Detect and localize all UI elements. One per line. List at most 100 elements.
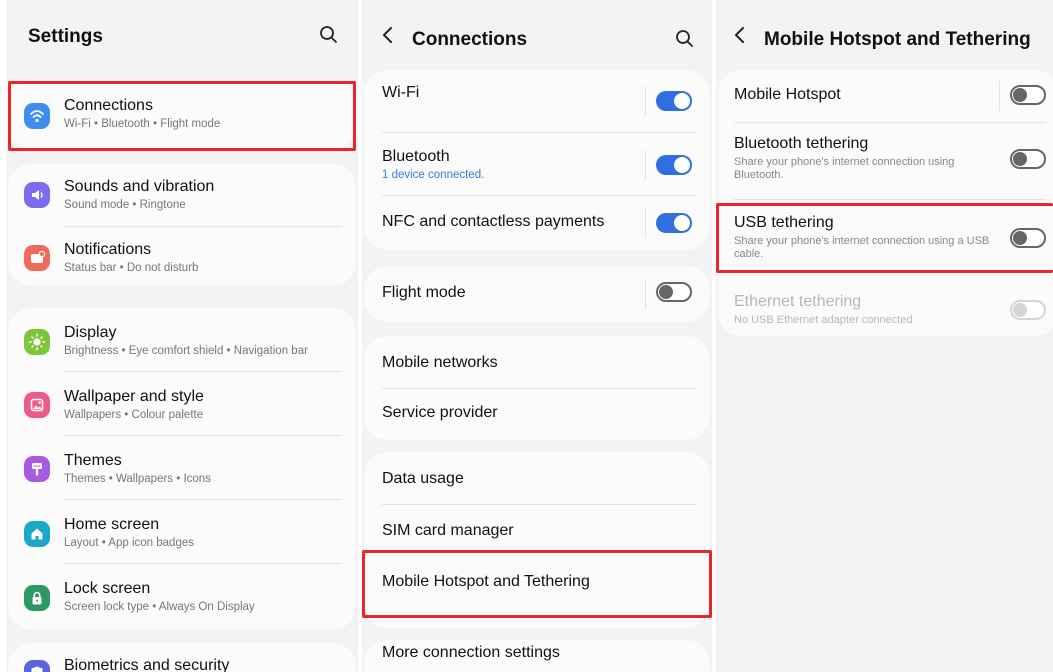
settings-item-sounds[interactable]: Sounds and vibration Sound mode • Ringto… bbox=[8, 164, 356, 226]
settings-header: Settings bbox=[6, 0, 358, 70]
mobile-hotspot-label: Mobile Hotspot bbox=[734, 86, 841, 103]
connections-item-hotspot-tethering[interactable]: Mobile Hotspot and Tethering bbox=[364, 556, 710, 626]
page-title: Mobile Hotspot and Tethering bbox=[764, 29, 1031, 50]
settings-item-sub: Status bar • Do not disturb bbox=[64, 262, 199, 274]
settings-item-label: Biometrics and security bbox=[64, 657, 230, 672]
page-title: Settings bbox=[28, 26, 103, 47]
nfc-label: NFC and contactless payments bbox=[382, 213, 605, 230]
sim-manager-label: SIM card manager bbox=[382, 522, 514, 539]
bluetooth-tethering-toggle[interactable] bbox=[1010, 149, 1046, 169]
settings-item-notifications[interactable]: Notifications Status bar • Do not distur… bbox=[8, 227, 356, 286]
settings-item-label: Home screen bbox=[64, 516, 160, 533]
connections-card-more: More connection settings bbox=[364, 640, 710, 672]
settings-item-themes[interactable]: Themes Themes • Wallpapers • Icons bbox=[8, 436, 356, 499]
settings-item-biometrics[interactable]: Biometrics and security bbox=[8, 643, 356, 672]
separator bbox=[999, 81, 1000, 111]
settings-item-display[interactable]: Display Brightness • Eye comfort shield … bbox=[8, 308, 356, 371]
settings-item-sub: Wi-Fi • Bluetooth • Flight mode bbox=[64, 118, 221, 130]
page-title: Connections bbox=[412, 29, 528, 50]
connections-card-flight: Flight mode bbox=[364, 266, 710, 322]
flight-mode-label: Flight mode bbox=[382, 284, 466, 301]
separator bbox=[645, 86, 646, 116]
hotspot-item-bluetooth-tethering[interactable]: Bluetooth tethering Share your phone's i… bbox=[718, 123, 1053, 199]
wifi-toggle[interactable] bbox=[656, 91, 692, 111]
shield-icon bbox=[24, 660, 50, 672]
settings-item-label: Themes bbox=[64, 452, 122, 469]
settings-card-sound: Sounds and vibration Sound mode • Ringto… bbox=[8, 164, 356, 286]
settings-card-display: Display Brightness • Eye comfort shield … bbox=[8, 308, 356, 630]
connections-item-data-usage[interactable]: Data usage bbox=[364, 452, 710, 504]
settings-item-sub: Sound mode • Ringtone bbox=[64, 199, 186, 211]
settings-item-label: Display bbox=[64, 324, 117, 341]
connections-item-mobile-networks[interactable]: Mobile networks bbox=[364, 336, 710, 388]
connections-item-nfc[interactable]: NFC and contactless payments bbox=[364, 196, 710, 250]
hotspot-item-mobile-hotspot[interactable]: Mobile Hotspot bbox=[718, 70, 1053, 122]
lock-icon bbox=[24, 585, 50, 611]
separator bbox=[645, 208, 646, 238]
back-icon[interactable] bbox=[732, 24, 748, 52]
back-icon[interactable] bbox=[380, 24, 396, 52]
settings-card-security: Biometrics and security bbox=[8, 643, 356, 672]
connections-item-sim-manager[interactable]: SIM card manager bbox=[364, 505, 710, 555]
hotspot-item-usb-tethering[interactable]: USB tethering Share your phone's interne… bbox=[718, 200, 1053, 272]
nfc-toggle[interactable] bbox=[656, 213, 692, 233]
settings-item-sub: Screen lock type • Always On Display bbox=[64, 601, 255, 613]
connections-item-wifi[interactable]: Wi-Fi bbox=[364, 70, 710, 132]
flight-mode-toggle[interactable] bbox=[656, 282, 692, 302]
settings-item-lock-screen[interactable]: Lock screen Screen lock type • Always On… bbox=[8, 564, 356, 630]
data-usage-label: Data usage bbox=[382, 470, 464, 487]
settings-card-connections: Connections Wi-Fi • Bluetooth • Flight m… bbox=[8, 80, 356, 150]
hotspot-panel: Mobile Hotspot and Tethering Mobile Hots… bbox=[716, 0, 1053, 672]
search-icon[interactable] bbox=[675, 29, 695, 54]
settings-item-label: Lock screen bbox=[64, 580, 151, 597]
more-connection-settings-label: More connection settings bbox=[382, 644, 560, 661]
usb-tethering-toggle[interactable] bbox=[1010, 228, 1046, 248]
separator bbox=[645, 279, 646, 309]
hotspot-card: Mobile Hotspot Bluetooth tethering Share… bbox=[718, 70, 1053, 336]
connections-item-flight-mode[interactable]: Flight mode bbox=[364, 266, 710, 322]
settings-item-connections[interactable]: Connections Wi-Fi • Bluetooth • Flight m… bbox=[8, 80, 356, 150]
wifi-icon bbox=[24, 103, 50, 129]
bluetooth-tethering-label: Bluetooth tethering bbox=[734, 135, 869, 152]
mobile-hotspot-toggle[interactable] bbox=[1010, 85, 1046, 105]
settings-panel: Settings Connections Wi-Fi • Bluetooth •… bbox=[6, 0, 358, 672]
connections-card-radios: Wi-Fi Bluetooth 1 device connected. NFC … bbox=[364, 70, 710, 250]
mobile-networks-label: Mobile networks bbox=[382, 354, 498, 371]
sun-icon bbox=[24, 329, 50, 355]
speaker-icon bbox=[24, 182, 50, 208]
settings-item-home-screen[interactable]: Home screen Layout • App icon badges bbox=[8, 500, 356, 563]
settings-item-sub: Brightness • Eye comfort shield • Naviga… bbox=[64, 345, 308, 357]
settings-item-wallpaper[interactable]: Wallpaper and style Wallpapers • Colour … bbox=[8, 372, 356, 435]
bluetooth-label: Bluetooth bbox=[382, 148, 450, 165]
service-provider-label: Service provider bbox=[382, 404, 498, 421]
settings-item-sub: Themes • Wallpapers • Icons bbox=[64, 473, 211, 485]
settings-item-sub: Layout • App icon badges bbox=[64, 537, 194, 549]
settings-item-sub: Wallpapers • Colour palette bbox=[64, 409, 204, 421]
hotspot-item-ethernet-tethering: Ethernet tethering No USB Ethernet adapt… bbox=[718, 278, 1053, 336]
search-icon[interactable] bbox=[319, 25, 339, 50]
ethernet-tethering-toggle bbox=[1010, 300, 1046, 320]
brush-icon bbox=[24, 456, 50, 482]
settings-item-label: Notifications bbox=[64, 241, 152, 258]
hotspot-header: Mobile Hotspot and Tethering bbox=[716, 0, 1053, 70]
bluetooth-status: 1 device connected. bbox=[382, 169, 485, 181]
connections-card-data: Data usage SIM card manager Mobile Hotsp… bbox=[364, 452, 710, 628]
bluetooth-tethering-desc: Share your phone's internet connection u… bbox=[734, 156, 955, 181]
notification-icon bbox=[24, 245, 50, 271]
hotspot-tethering-label: Mobile Hotspot and Tethering bbox=[382, 573, 590, 590]
connections-item-more-settings[interactable]: More connection settings bbox=[364, 640, 710, 672]
usb-tethering-label: USB tethering bbox=[734, 214, 834, 231]
bluetooth-toggle[interactable] bbox=[656, 155, 692, 175]
ethernet-tethering-label: Ethernet tethering bbox=[734, 293, 862, 310]
connections-item-service-provider[interactable]: Service provider bbox=[364, 389, 710, 440]
separator bbox=[645, 150, 646, 180]
connections-card-network: Mobile networks Service provider bbox=[364, 336, 710, 440]
home-icon bbox=[24, 521, 50, 547]
image-icon bbox=[24, 392, 50, 418]
connections-panel: Connections Wi-Fi Bluetooth 1 device con… bbox=[362, 0, 712, 672]
usb-tethering-desc: Share your phone's internet connection u… bbox=[734, 235, 990, 260]
ethernet-tethering-desc: No USB Ethernet adapter connected bbox=[734, 314, 913, 326]
wifi-label: Wi-Fi bbox=[382, 84, 420, 101]
connections-item-bluetooth[interactable]: Bluetooth 1 device connected. bbox=[364, 133, 710, 195]
settings-item-label: Connections bbox=[64, 97, 153, 114]
